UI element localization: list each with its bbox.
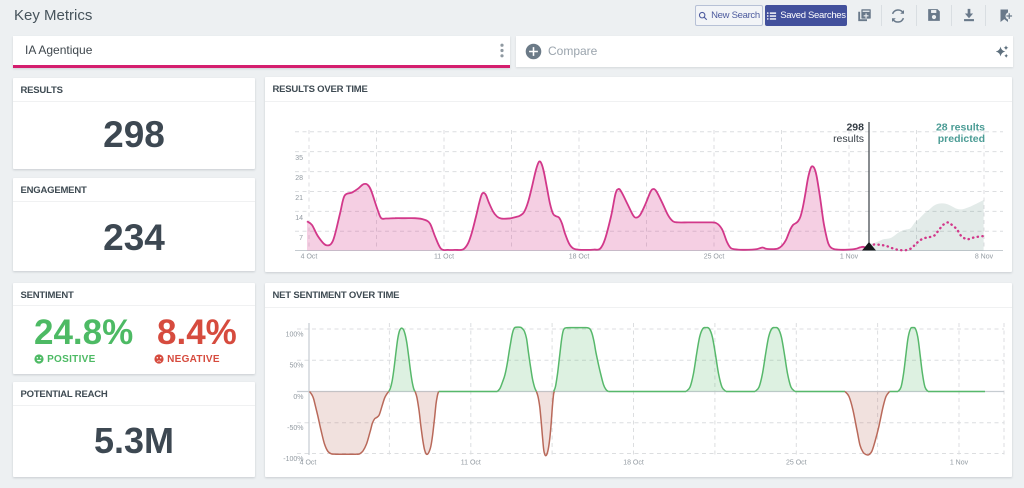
svg-text:1 Nov: 1 Nov [840,254,859,261]
svg-text:28 results: 28 results [936,122,985,134]
svg-text:1 Nov: 1 Nov [950,460,969,467]
svg-text:7: 7 [299,235,303,242]
svg-text:21: 21 [295,195,303,202]
svg-text:18 Oct: 18 Oct [623,460,644,467]
svg-text:50%: 50% [289,363,303,370]
svg-text:25 Oct: 25 Oct [704,254,725,261]
svg-text:-50%: -50% [287,425,303,432]
svg-text:11 Oct: 11 Oct [434,254,454,261]
svg-text:28: 28 [295,175,303,182]
svg-text:4 Oct: 4 Oct [301,254,318,261]
svg-text:35: 35 [295,155,303,162]
svg-text:0%: 0% [293,394,303,401]
svg-text:25 Oct: 25 Oct [786,460,807,467]
svg-text:results: results [833,133,864,145]
svg-text:predicted: predicted [938,133,985,145]
svg-text:4 Oct: 4 Oct [300,460,317,467]
svg-text:298: 298 [846,122,864,134]
svg-text:18 Oct: 18 Oct [569,254,590,261]
svg-text:8 Nov: 8 Nov [975,254,994,261]
svg-text:14: 14 [295,215,303,222]
svg-text:100%: 100% [286,331,304,338]
svg-text:11 Oct: 11 Oct [461,460,481,467]
